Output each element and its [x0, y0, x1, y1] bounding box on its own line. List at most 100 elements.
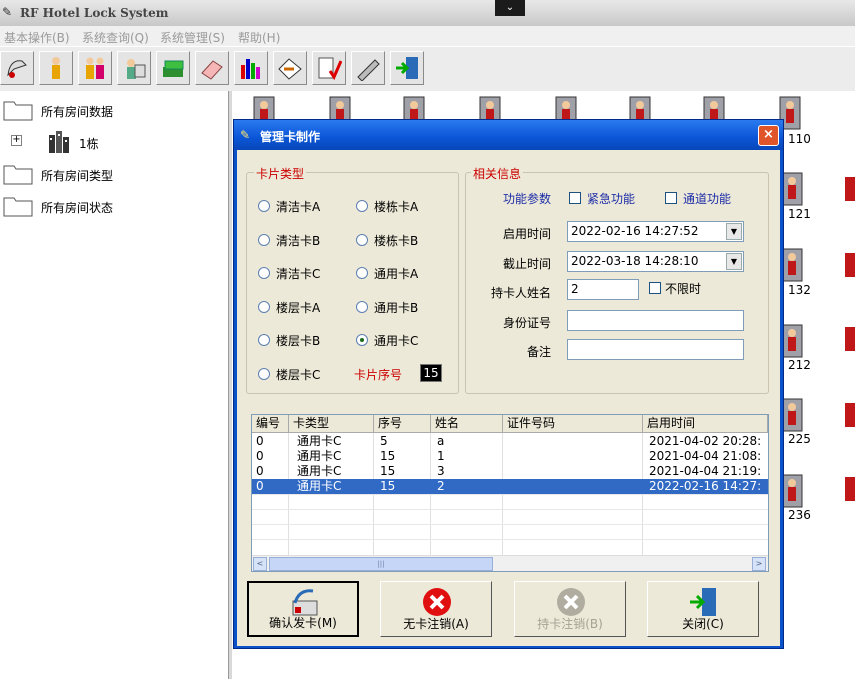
radio-label: 楼层卡C — [276, 368, 321, 382]
menu-system-query[interactable]: 系统查询(Q) — [82, 29, 149, 46]
radio-clean-card-b[interactable] — [258, 234, 270, 246]
toolbar-card-key-button[interactable] — [0, 51, 34, 85]
cell-start: 2021-04-04 21:08: — [649, 449, 762, 463]
cell-name: 1 — [437, 449, 445, 463]
start-time-label: 启用时间 — [502, 227, 551, 241]
emergency-checkbox[interactable] — [569, 192, 581, 204]
room-door-icon[interactable] — [845, 477, 855, 501]
table-row-selected[interactable]: 0 通用卡C 15 2 2022-02-16 14:27: — [252, 479, 768, 494]
toolbar-user-button[interactable] — [39, 51, 73, 85]
cancel-x-icon — [557, 588, 585, 616]
table-row[interactable]: 0 通用卡C 5 a 2021-04-02 20:28: — [252, 434, 768, 449]
radio-general-card-b[interactable] — [356, 301, 368, 313]
menu-basic-ops[interactable]: 基本操作(B) — [4, 29, 70, 46]
card-records-table[interactable]: 编号 卡类型 序号 姓名 证件号码 启用时间 0 通用卡C 5 a 2021-0… — [251, 414, 769, 572]
table-row[interactable]: 0 通用卡C 15 1 2021-04-04 21:08: — [252, 449, 768, 464]
unlimited-checkbox[interactable] — [649, 282, 661, 294]
horizontal-scrollbar[interactable]: < ||| > — [252, 555, 768, 571]
tree-node-building-1[interactable]: + 1栋 — [3, 127, 223, 155]
issue-card-button[interactable]: 确认发卡(M) — [247, 581, 359, 637]
chevron-down-icon[interactable]: ▼ — [726, 223, 742, 240]
checklist-icon — [318, 57, 342, 81]
radio-general-card-c[interactable] — [356, 334, 368, 346]
toolbar-exit-button[interactable] — [390, 51, 424, 85]
table-row[interactable]: 0 通用卡C 15 3 2021-04-04 21:19: — [252, 464, 768, 479]
radio-label: 清洁卡C — [276, 267, 321, 281]
radio-clean-card-c[interactable] — [258, 267, 270, 279]
toolbar-pen-button[interactable] — [351, 51, 385, 85]
close-button[interactable]: 关闭(C) — [647, 581, 759, 637]
exit-door-icon — [690, 588, 716, 616]
radio-clean-card-a[interactable] — [258, 200, 270, 212]
menu-help[interactable]: 帮助(H) — [238, 29, 280, 46]
column-header[interactable]: 编号 — [252, 415, 289, 433]
end-time-label: 截止时间 — [502, 257, 551, 271]
toolbar-users-button[interactable] — [78, 51, 112, 85]
cell-id: 0 — [256, 464, 264, 478]
pen-icon — [357, 59, 380, 81]
radio-label: 通用卡B — [374, 301, 419, 315]
cell-start: 2021-04-04 21:19: — [649, 464, 762, 478]
info-group-title: 相关信息 — [471, 165, 524, 182]
dialog-title-bar[interactable]: ✎ 管理卡制作 × — [234, 120, 783, 150]
cell-cert — [503, 449, 643, 464]
radio-general-card-a[interactable] — [356, 267, 368, 279]
grid-line — [252, 539, 768, 540]
radio-building-card-a[interactable] — [356, 200, 368, 212]
passage-checkbox[interactable] — [665, 192, 677, 204]
cancel-no-card-button[interactable]: 无卡注销(A) — [380, 581, 492, 637]
column-header[interactable]: 卡类型 — [289, 415, 374, 433]
cancel-with-card-button[interactable]: 持卡注销(B) — [514, 581, 626, 637]
card-type-group-title: 卡片类型 — [254, 165, 307, 182]
start-time-picker[interactable]: 2022-02-16 14:27:52 ▼ — [567, 221, 744, 242]
cell-id: 0 — [256, 434, 264, 448]
room-door-icon[interactable] — [845, 403, 855, 427]
tree-node-room-types[interactable]: 所有房间类型 — [3, 159, 223, 187]
scrollbar-thumb[interactable]: ||| — [269, 557, 493, 571]
toolbar-checklist-button[interactable] — [312, 51, 346, 85]
cell-seq: 15 — [380, 449, 396, 463]
room-door-icon[interactable] — [845, 327, 855, 351]
note-label: 备注 — [526, 345, 551, 359]
chevron-down-icon[interactable]: ⌄ — [495, 0, 525, 16]
column-header[interactable]: 序号 — [374, 415, 431, 433]
column-header[interactable]: 启用时间 — [643, 415, 768, 433]
menu-system-admin[interactable]: 系统管理(S) — [160, 29, 225, 46]
radio-floor-card-c[interactable] — [258, 368, 270, 380]
card-serial-value[interactable]: 15 — [420, 364, 442, 382]
radio-floor-card-b[interactable] — [258, 334, 270, 346]
radio-building-card-b[interactable] — [356, 234, 368, 246]
building-icon — [49, 131, 69, 153]
column-header[interactable]: 证件号码 — [503, 415, 643, 433]
cell-cert — [503, 479, 643, 494]
handshake-icon — [278, 58, 302, 80]
chevron-down-icon[interactable]: ▼ — [726, 253, 742, 270]
close-icon[interactable]: × — [758, 125, 779, 146]
tree-node-label: 所有房间类型 — [41, 169, 114, 183]
cell-type: 通用卡C — [297, 479, 342, 493]
scroll-left-icon[interactable]: < — [253, 557, 267, 571]
radio-floor-card-a[interactable] — [258, 301, 270, 313]
toolbar-guest-card-button[interactable] — [117, 51, 151, 85]
toolbar-eraser-button[interactable] — [195, 51, 229, 85]
toolbar — [0, 46, 855, 92]
toolbar-statistics-button[interactable] — [234, 51, 268, 85]
expand-plus-icon[interactable]: + — [11, 135, 22, 146]
column-header[interactable]: 姓名 — [431, 415, 503, 433]
note-input[interactable] — [567, 339, 744, 360]
holder-name-input[interactable]: 2 — [567, 279, 639, 300]
tree-node-label: 所有房间数据 — [41, 105, 114, 119]
room-door-icon[interactable] — [845, 177, 855, 201]
card-serial-label: 卡片序号 — [354, 368, 403, 382]
scroll-right-icon[interactable]: > — [752, 557, 766, 571]
room-door-icon[interactable] — [845, 253, 855, 277]
func-params-label: 功能参数 — [502, 192, 551, 206]
cell-type: 通用卡C — [297, 434, 342, 448]
tree-node-room-status[interactable]: 所有房间状态 — [3, 191, 223, 219]
toolbar-handshake-button[interactable] — [273, 51, 307, 85]
window-title-bar: ✎ RF Hotel Lock System ⌄ — [0, 0, 855, 27]
id-number-input[interactable] — [567, 310, 744, 331]
end-time-picker[interactable]: 2022-03-18 14:28:10 ▼ — [567, 251, 744, 272]
toolbar-stack-button[interactable] — [156, 51, 190, 85]
tree-node-all-rooms[interactable]: 所有房间数据 — [3, 95, 223, 123]
